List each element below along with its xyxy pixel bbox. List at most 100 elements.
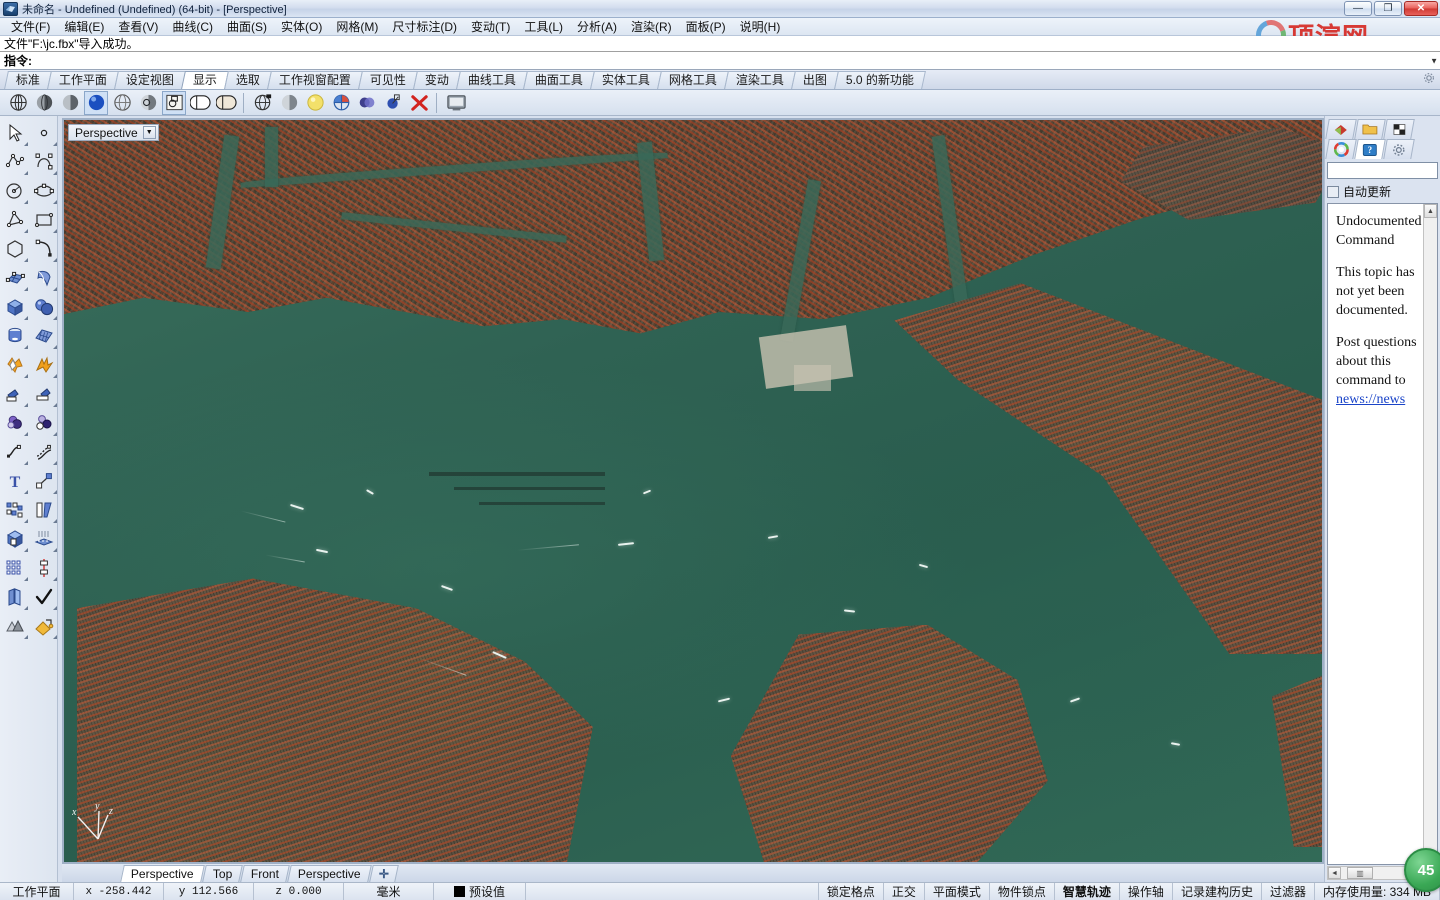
status-history[interactable]: 记录建构历史 <box>1173 883 1262 900</box>
toolbar-tab-4[interactable]: 选取 <box>224 71 272 89</box>
wireframe-icon[interactable] <box>6 91 30 115</box>
viewport-add-tab[interactable]: ✛ <box>368 865 399 882</box>
menu-view[interactable]: 查看(V) <box>111 17 165 36</box>
surface-from-points-icon[interactable] <box>0 263 29 292</box>
status-z[interactable]: z 0.000 <box>254 883 344 900</box>
command-input-line[interactable]: 指令: ▼ <box>0 52 1440 70</box>
status-layer[interactable]: 预设值 <box>434 883 526 900</box>
offset-curve-icon[interactable] <box>29 437 58 466</box>
viewport-label[interactable]: Perspective ▼ <box>68 124 159 141</box>
status-filter[interactable]: 过滤器 <box>1262 883 1315 900</box>
perspective-viewport[interactable]: Perspective ▼ x y z <box>62 118 1324 864</box>
rendered-blue-icon[interactable] <box>84 90 108 115</box>
status-x[interactable]: x -258.442 <box>74 883 164 900</box>
shade-objects-icon[interactable] <box>0 611 29 640</box>
scroll-thumb[interactable]: ▥ <box>1347 867 1373 879</box>
shaded-icon[interactable] <box>32 91 56 115</box>
command-history[interactable]: 文件"F:\jc.fbx"导入成功。 <box>0 36 1440 52</box>
menu-panels[interactable]: 面板(P) <box>679 17 733 36</box>
menu-tools[interactable]: 工具(L) <box>517 17 570 36</box>
xray-icon[interactable] <box>136 91 160 115</box>
viewport-tab-2[interactable]: Front <box>240 865 290 882</box>
status-gumball[interactable]: 操作轴 <box>1120 883 1173 900</box>
fullscreen-display-icon[interactable] <box>444 91 468 115</box>
curve-interp-icon[interactable] <box>29 147 58 176</box>
help-news-link[interactable]: news://news <box>1336 392 1405 407</box>
surface-grid-icon[interactable] <box>29 321 58 350</box>
status-smarttrack[interactable]: 智慧轨迹 <box>1055 883 1120 900</box>
circle-group-icon[interactable] <box>29 408 58 437</box>
clipping-off-icon[interactable] <box>407 91 431 115</box>
explode-icon[interactable] <box>29 350 58 379</box>
close-button[interactable]: ✕ <box>1404 1 1438 16</box>
menu-render[interactable]: 渲染(R) <box>624 17 679 36</box>
toolbar-tab-14[interactable]: 5.0 的新功能 <box>834 71 927 89</box>
polyline-icon[interactable] <box>0 147 29 176</box>
box-icon[interactable] <box>0 292 29 321</box>
circle-icon[interactable] <box>0 176 29 205</box>
check-icon[interactable] <box>29 582 58 611</box>
toolbar-tab-6[interactable]: 可见性 <box>358 71 419 89</box>
cylinder-icon[interactable] <box>0 321 29 350</box>
copy-object-icon[interactable] <box>0 582 29 611</box>
toolbar-tab-0[interactable]: 标准 <box>4 71 52 89</box>
menu-curve[interactable]: 曲线(C) <box>165 17 220 36</box>
help-search-input[interactable] <box>1327 162 1438 179</box>
status-osnap[interactable]: 物件锁点 <box>990 883 1055 900</box>
panel-tab-settings[interactable] <box>1383 139 1415 159</box>
menu-dimension[interactable]: 尺寸标注(D) <box>385 17 464 36</box>
ellipse-icon[interactable] <box>29 176 58 205</box>
toolbar-tab-11[interactable]: 网格工具 <box>657 71 730 89</box>
menu-help[interactable]: 说明(H) <box>733 17 788 36</box>
scale-icon[interactable] <box>29 466 58 495</box>
status-units[interactable]: 毫米 <box>344 883 434 900</box>
status-grid-snap[interactable]: 锁定格点 <box>819 883 884 900</box>
shade-gray-icon[interactable] <box>277 91 301 115</box>
extrude-surface-icon[interactable] <box>29 263 58 292</box>
sphere-icon[interactable] <box>29 292 58 321</box>
rectangle-icon[interactable] <box>29 205 58 234</box>
toolbar-tab-9[interactable]: 曲面工具 <box>523 71 596 89</box>
panel-tab-help[interactable]: ? <box>1354 139 1386 159</box>
fillet-sphere-icon[interactable] <box>0 408 29 437</box>
analyze-axis-icon[interactable] <box>29 553 58 582</box>
toolbar-tab-10[interactable]: 实体工具 <box>590 71 663 89</box>
help-vertical-scrollbar[interactable]: ▲ <box>1423 204 1437 864</box>
panel-tab-layers[interactable] <box>1325 119 1357 139</box>
toolbar-tab-5[interactable]: 工作视窗配置 <box>267 71 364 89</box>
command-scroll-down-icon[interactable]: ▼ <box>1430 56 1438 65</box>
selection-arrow-icon[interactable] <box>0 118 29 147</box>
menu-file[interactable]: 文件(F) <box>4 17 57 36</box>
panel-tab-folder[interactable] <box>1354 119 1386 139</box>
scroll-left-icon[interactable]: ◄ <box>1328 867 1341 879</box>
toolbar-tab-3[interactable]: 显示 <box>181 71 229 89</box>
panel-tab-color-wheel[interactable] <box>1325 139 1357 159</box>
status-y[interactable]: y 112.566 <box>164 883 254 900</box>
grid-array-icon[interactable] <box>0 553 29 582</box>
menu-transform[interactable]: 变动(T) <box>464 17 517 36</box>
paint-bucket-icon[interactable] <box>29 611 58 640</box>
boolean-union-icon[interactable] <box>0 350 29 379</box>
mirror-icon[interactable] <box>29 495 58 524</box>
menu-solid[interactable]: 实体(O) <box>274 17 329 36</box>
cap-solid-icon[interactable] <box>0 524 29 553</box>
artistic-icon[interactable] <box>188 91 212 115</box>
blend-curve-icon[interactable] <box>0 437 29 466</box>
viewport-tab-0[interactable]: Perspective <box>120 865 205 882</box>
rendered-icon[interactable] <box>58 91 82 115</box>
restore-button[interactable]: ❐ <box>1374 1 1402 16</box>
menu-mesh[interactable]: 网格(M) <box>329 17 385 36</box>
ghosted-icon[interactable] <box>110 91 134 115</box>
viewport-tab-3[interactable]: Perspective <box>287 865 372 882</box>
chevron-down-icon[interactable]: ▼ <box>142 126 156 139</box>
toolbar-tab-8[interactable]: 曲线工具 <box>456 71 529 89</box>
status-cplane[interactable]: 工作平面 <box>0 883 74 900</box>
menu-edit[interactable]: 编辑(E) <box>57 17 111 36</box>
technical-icon[interactable] <box>162 90 186 115</box>
project-icon[interactable] <box>29 524 58 553</box>
status-ortho[interactable]: 正交 <box>884 883 925 900</box>
split-icon[interactable] <box>29 379 58 408</box>
viewport-tab-1[interactable]: Top <box>201 865 243 882</box>
array-icon[interactable] <box>0 495 29 524</box>
auto-update-checkbox-row[interactable]: 自动更新 <box>1327 183 1438 200</box>
